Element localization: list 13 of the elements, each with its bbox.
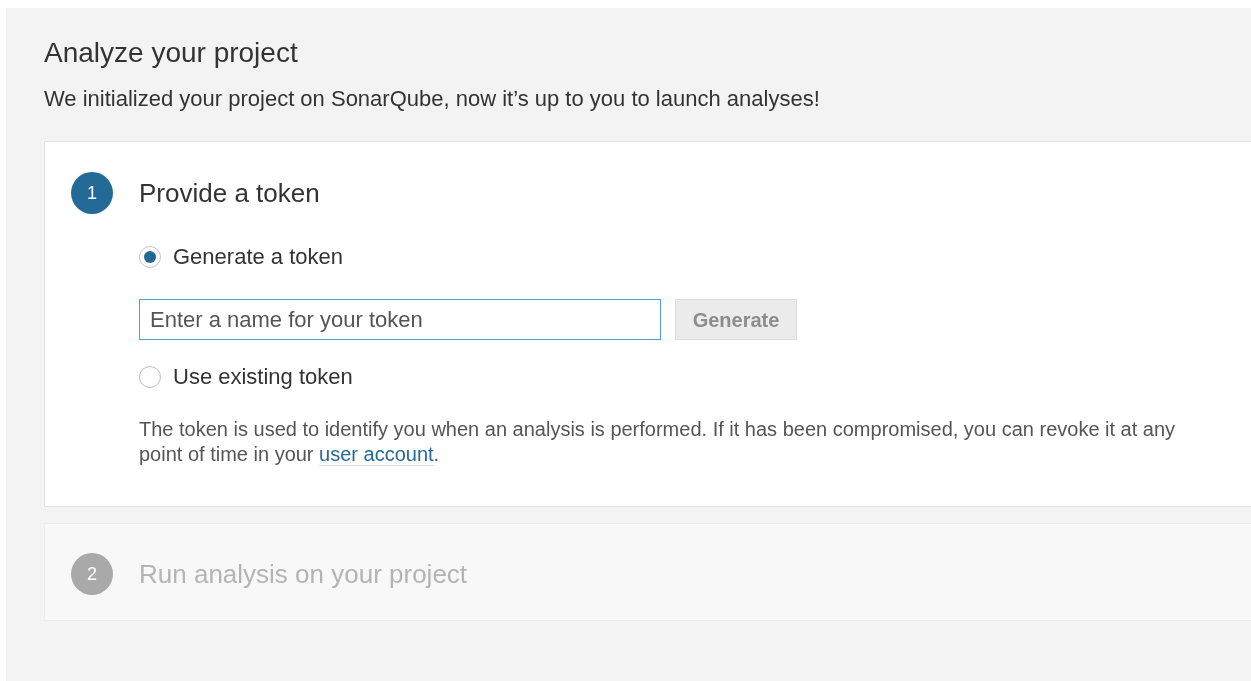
radio-button[interactable] <box>139 245 161 268</box>
step-number: 1 <box>71 172 113 214</box>
step-number: 2 <box>71 553 113 595</box>
step-title: Run analysis on your project <box>139 557 468 591</box>
user-account-link[interactable]: user account <box>319 443 434 466</box>
page-title: Analyze your project <box>44 36 299 70</box>
radio-button[interactable] <box>139 365 161 388</box>
token-name-field[interactable]: Enter a name for your token <box>139 299 661 340</box>
step-title: Provide a token <box>139 176 320 210</box>
page-subtitle: We initialized your project on SonarQube, now it’s up to you to launch analyses! <box>44 85 821 113</box>
help-text: The token is used to identify you when an analysis is performed. If it has been compromised, you can revoke it at any point of time in your user account. <box>139 417 1177 467</box>
option-label: Use existing token <box>173 363 353 391</box>
option-label: Generate a token <box>173 243 343 271</box>
